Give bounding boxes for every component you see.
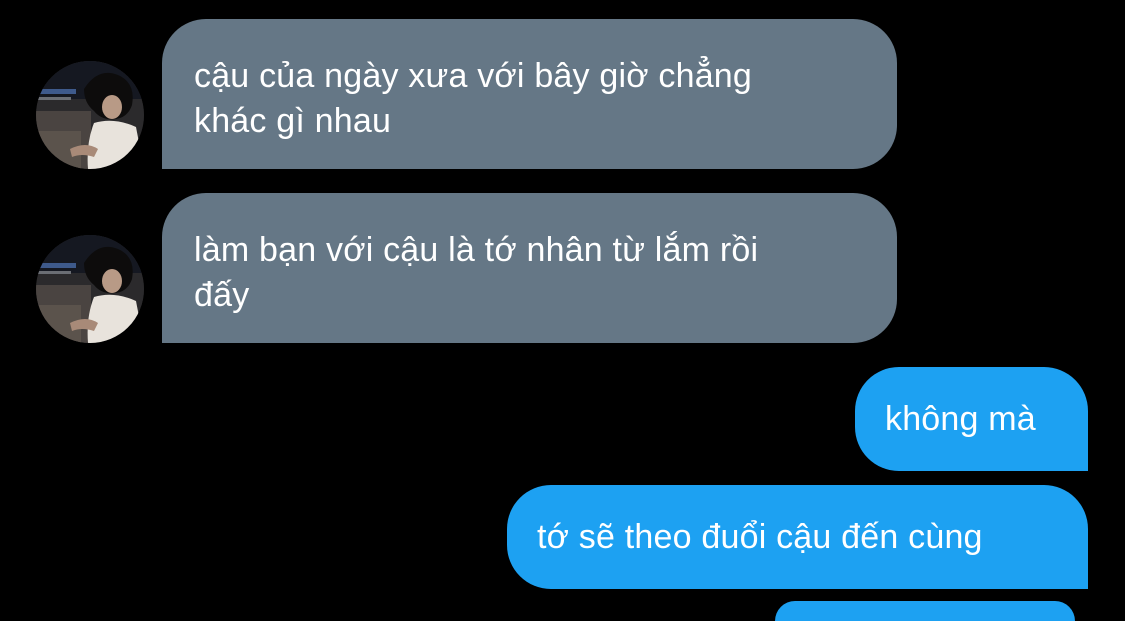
sender-avatar[interactable] (36, 235, 144, 343)
incoming-message-bubble[interactable]: làm bạn với cậu là tớ nhân từ lắm rồi đấ… (162, 193, 897, 343)
sender-avatar[interactable] (36, 61, 144, 169)
message-text-line: đấy (194, 276, 250, 314)
message-text-line: làm bạn với cậu là tớ nhân từ lắm rồi (194, 231, 759, 269)
outgoing-message-bubble[interactable]: không mà (855, 367, 1088, 471)
message-text-line: không mà (885, 399, 1036, 438)
avatar-photo-icon (36, 61, 144, 169)
avatar-photo-icon (36, 235, 144, 343)
chat-thread: cậu của ngày xưa với bây giờ chẳng khác … (0, 0, 1125, 621)
outgoing-message-bubble-partial[interactable] (775, 601, 1075, 621)
outgoing-message-bubble[interactable]: tớ sẽ theo đuổi cậu đến cùng (507, 485, 1088, 589)
message-text-line: cậu của ngày xưa với bây giờ chẳng (194, 57, 753, 95)
message-text-line: tớ sẽ theo đuổi cậu đến cùng (537, 517, 983, 556)
incoming-message-bubble[interactable]: cậu của ngày xưa với bây giờ chẳng khác … (162, 19, 897, 169)
message-text-line: khác gì nhau (194, 102, 392, 140)
